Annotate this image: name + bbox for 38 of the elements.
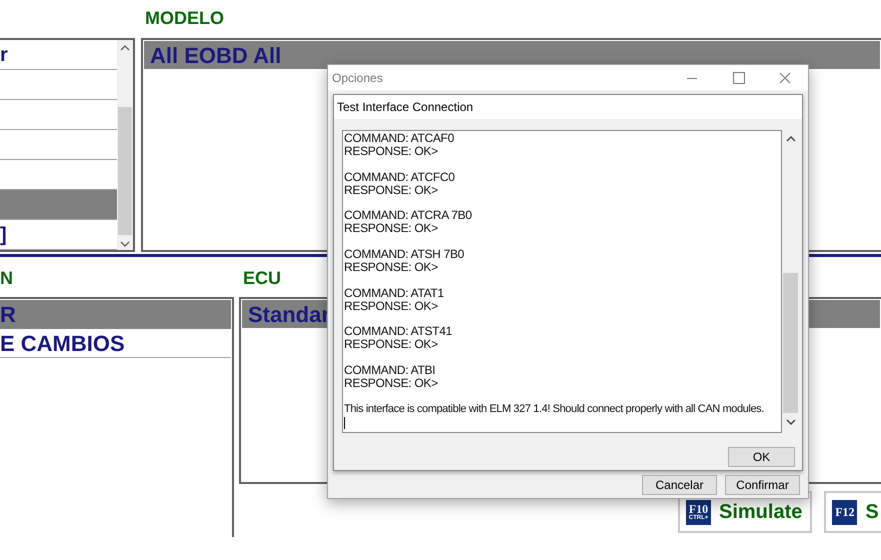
scrollbar[interactable]	[117, 40, 133, 250]
log-line: COMMAND: ATST41	[344, 325, 453, 338]
list-row[interactable]	[0, 190, 117, 220]
section-label: ECU	[243, 266, 282, 290]
log-line: RESPONSE: OK>	[344, 338, 439, 352]
section-label: N	[0, 266, 14, 290]
text-cursor	[344, 416, 345, 429]
dialog-button[interactable]: Cancelar	[642, 475, 717, 495]
log-line: RESPONSE: OK>	[344, 144, 439, 158]
scroll-up-icon[interactable]	[786, 135, 796, 143]
ok-button[interactable]: OK	[728, 447, 795, 467]
log-line: This interface is compatible with ELM 327 1.4! Should connect properly with all CAN modules.	[344, 402, 765, 416]
key-badge: F12	[832, 500, 858, 524]
log-text-area[interactable]	[342, 130, 782, 433]
list-row[interactable]: R	[0, 300, 231, 329]
scrollbar-thumb[interactable]	[118, 107, 132, 235]
log-line: COMMAND: ATAT1	[344, 286, 445, 300]
close-icon[interactable]	[779, 72, 791, 84]
scroll-down-icon[interactable]	[786, 418, 796, 426]
log-line: RESPONSE: OK>	[344, 222, 439, 236]
log-line: COMMAND: ATBI	[344, 364, 436, 377]
dialog-button[interactable]: Confirmar	[725, 475, 800, 495]
scroll-down-icon[interactable]	[120, 240, 130, 248]
scroll-up-icon[interactable]	[120, 44, 130, 52]
log-line: RESPONSE: OK>	[344, 260, 439, 274]
log-line: RESPONSE: OK>	[344, 300, 439, 312]
log-line: COMMAND: ATCFC0	[344, 170, 456, 184]
log-line: RESPONSE: OK>	[344, 376, 439, 390]
log-line: RESPONSE: OK>	[344, 184, 439, 196]
log-line: COMMAND: ATSH 7B0	[344, 248, 466, 261]
log-line: COMMAND: ATCRA 7B0	[344, 209, 473, 222]
section-label: MODELO	[145, 8, 224, 28]
window-title: Opciones	[331, 70, 384, 86]
function-button[interactable]: F12 S	[824, 491, 881, 533]
log-line: COMMAND: ATCAF0	[344, 132, 455, 145]
scrollbar-thumb[interactable]	[783, 273, 798, 413]
maximize-icon[interactable]	[733, 72, 745, 84]
panel-heading: Test Interface Connection	[337, 99, 474, 116]
